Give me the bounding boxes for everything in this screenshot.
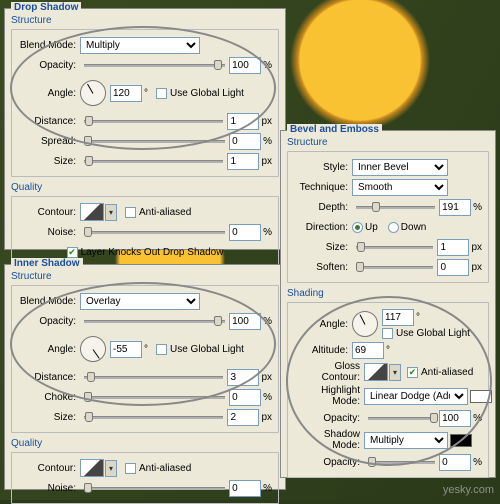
anti-aliased-checkbox[interactable] (125, 207, 136, 218)
knockout-checkbox[interactable] (67, 247, 78, 258)
spread-input[interactable] (229, 133, 261, 150)
size-input[interactable] (227, 409, 259, 426)
angle-input[interactable] (110, 85, 142, 102)
structure-group: Blend Mode: Multiply Opacity: % Angle: °… (11, 29, 279, 177)
size-slider[interactable] (84, 410, 223, 424)
direction-down-radio[interactable] (388, 222, 399, 233)
unit-pct: % (263, 60, 272, 71)
use-global-checkbox[interactable] (156, 344, 167, 355)
anti-aliased-checkbox[interactable] (125, 463, 136, 474)
direction-up-radio[interactable] (352, 222, 363, 233)
depth-slider[interactable] (356, 200, 435, 214)
noise-input[interactable] (229, 224, 261, 241)
panel-title: Inner Shadow (11, 258, 83, 269)
highlight-color-swatch[interactable] (470, 390, 492, 403)
size-slider[interactable] (356, 240, 433, 254)
contour-picker[interactable] (80, 203, 104, 221)
chevron-down-icon[interactable]: ▾ (105, 204, 117, 221)
hl-opacity-input[interactable] (439, 410, 471, 427)
contour-label: Contour: (18, 207, 80, 218)
soften-slider[interactable] (356, 260, 433, 274)
bevel-emboss-panel: Bevel and Emboss Structure Style: Inner … (280, 130, 496, 478)
angle-label: Angle: (18, 88, 80, 99)
anti-aliased-checkbox[interactable] (407, 367, 418, 378)
unit-px: px (261, 116, 272, 127)
shadow-mode-select[interactable]: Multiply (364, 432, 448, 449)
noise-label: Noise: (18, 227, 80, 238)
anti-aliased-label: Anti-aliased (139, 207, 191, 218)
knockout-label: Layer Knocks Out Drop Shadow (81, 247, 224, 258)
angle-dial[interactable] (352, 311, 378, 337)
panel-title: Drop Shadow (11, 2, 81, 13)
chevron-down-icon[interactable]: ▾ (389, 364, 401, 381)
noise-slider[interactable] (84, 225, 225, 239)
angle-input[interactable] (382, 309, 414, 326)
sh-opacity-slider[interactable] (368, 455, 435, 469)
inner-shadow-panel: Inner Shadow Structure Blend Mode: Overl… (4, 264, 286, 490)
chevron-down-icon[interactable]: ▾ (105, 460, 117, 477)
distance-slider[interactable] (84, 370, 223, 384)
opacity-label: Opacity: (18, 60, 80, 71)
use-global-label: Use Global Light (170, 88, 244, 99)
drop-shadow-panel: Drop Shadow Structure Blend Mode: Multip… (4, 8, 286, 250)
choke-input[interactable] (229, 389, 261, 406)
opacity-slider[interactable] (84, 58, 225, 72)
altitude-input[interactable] (352, 342, 384, 359)
opacity-input[interactable] (229, 313, 261, 330)
hl-opacity-slider[interactable] (368, 411, 435, 425)
watermark: yesky.com (443, 484, 494, 496)
opacity-slider[interactable] (84, 314, 225, 328)
distance-label: Distance: (18, 116, 80, 127)
highlight-mode-select[interactable]: Linear Dodge (Add) (364, 388, 468, 405)
noise-slider[interactable] (84, 481, 225, 495)
distance-slider[interactable] (84, 114, 223, 128)
size-label: Size: (18, 156, 80, 167)
structure-label: Structure (11, 15, 279, 26)
style-select[interactable]: Inner Bevel (352, 159, 448, 176)
use-global-checkbox[interactable] (156, 88, 167, 99)
use-global-checkbox[interactable] (382, 328, 393, 339)
unit-deg: ° (144, 88, 148, 99)
soften-input[interactable] (437, 259, 469, 276)
sh-opacity-input[interactable] (439, 454, 471, 471)
blend-mode-select[interactable]: Multiply (80, 37, 200, 54)
shadow-color-swatch[interactable] (450, 434, 472, 447)
spread-slider[interactable] (84, 134, 225, 148)
panel-title: Bevel and Emboss (287, 124, 382, 135)
distance-input[interactable] (227, 113, 259, 130)
distance-input[interactable] (227, 369, 259, 386)
opacity-input[interactable] (229, 57, 261, 74)
noise-input[interactable] (229, 480, 261, 497)
depth-input[interactable] (439, 199, 471, 216)
size-input[interactable] (437, 239, 469, 256)
gloss-contour-picker[interactable] (364, 363, 388, 381)
blend-mode-select[interactable]: Overlay (80, 293, 200, 310)
angle-input[interactable] (110, 341, 142, 358)
spread-label: Spread: (18, 136, 80, 147)
size-input[interactable] (227, 153, 259, 170)
choke-slider[interactable] (84, 390, 225, 404)
angle-dial[interactable] (80, 80, 106, 106)
size-slider[interactable] (84, 154, 223, 168)
blend-mode-label: Blend Mode: (18, 40, 80, 51)
contour-picker[interactable] (80, 459, 104, 477)
technique-select[interactable]: Smooth (352, 179, 448, 196)
angle-dial[interactable] (80, 336, 106, 362)
quality-label: Quality (11, 182, 279, 193)
